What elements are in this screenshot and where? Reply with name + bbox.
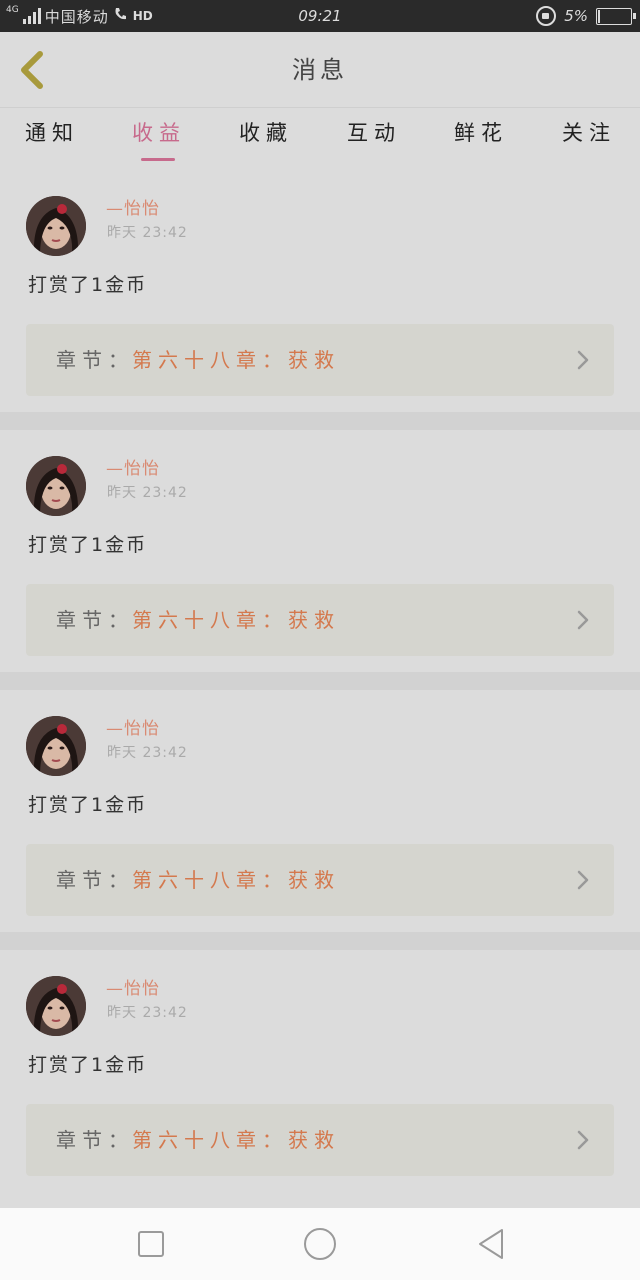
chapter-link[interactable]: 章节： 第六十八章：获救	[26, 1104, 614, 1176]
recent-apps-button[interactable]	[131, 1224, 171, 1264]
avatar[interactable]	[26, 456, 86, 516]
timestamp: 昨天 23:42	[107, 745, 188, 761]
header: 消息	[0, 32, 640, 108]
chevron-right-icon	[577, 1130, 589, 1150]
page-title: 消息	[292, 56, 348, 84]
chevron-right-icon	[577, 350, 589, 370]
tip-message: 打赏了1金币	[28, 794, 148, 816]
battery-percent: 5%	[564, 7, 588, 25]
avatar[interactable]	[26, 976, 86, 1036]
tab-bar: 通知 收益 收藏 互动 鲜花 关注	[0, 109, 640, 169]
message-item: —怡怡 昨天 23:42 打赏了1金币 章节： 第六十八章：获救	[0, 692, 640, 934]
system-nav-bar	[0, 1208, 640, 1280]
timestamp: 昨天 23:42	[107, 1005, 188, 1021]
chapter-label: 章节：	[56, 868, 134, 892]
timestamp: 昨天 23:42	[107, 225, 188, 241]
tip-message: 打赏了1金币	[28, 1054, 148, 1076]
tab-earnings-label: 收益	[132, 121, 186, 145]
chapter-label: 章节：	[56, 348, 134, 372]
timestamp: 昨天 23:42	[107, 485, 188, 501]
tip-message: 打赏了1金币	[28, 274, 148, 296]
square-icon	[138, 1231, 164, 1257]
chapter-link[interactable]: 章节： 第六十八章：获救	[26, 844, 614, 916]
chevron-right-icon	[577, 610, 589, 630]
message-item: —怡怡 昨天 23:42 打赏了1金币 章节： 第六十八章：获救	[0, 432, 640, 674]
chapter-name: 第六十八章：获救	[132, 608, 340, 632]
message-item: —怡怡 昨天 23:42 打赏了1金币 章节： 第六十八章：获救	[0, 172, 640, 414]
tab-interactions[interactable]: 互动	[334, 109, 414, 169]
user-name[interactable]: —怡怡	[106, 194, 160, 219]
circle-icon	[304, 1228, 336, 1260]
rotation-lock-icon	[536, 6, 557, 26]
user-name[interactable]: —怡怡	[106, 714, 160, 739]
status-right: 5%	[536, 0, 636, 32]
triangle-left-icon	[479, 1229, 503, 1259]
chapter-link[interactable]: 章节： 第六十八章：获救	[26, 584, 614, 656]
chapter-label: 章节：	[56, 608, 134, 632]
chapter-label: 章节：	[56, 1128, 134, 1152]
list-separator	[0, 932, 640, 950]
tab-flowers[interactable]: 鲜花	[441, 109, 521, 169]
home-button[interactable]	[300, 1224, 340, 1264]
message-item: —怡怡 昨天 23:42 打赏了1金币 章节： 第六十八章：获救	[0, 952, 640, 1194]
tab-following[interactable]: 关注	[549, 109, 629, 169]
chevron-right-icon	[577, 870, 589, 890]
battery-level	[598, 9, 600, 23]
chapter-name: 第六十八章：获救	[132, 1128, 340, 1152]
active-tab-indicator	[141, 158, 175, 161]
avatar[interactable]	[26, 716, 86, 776]
tab-earnings[interactable]: 收益	[119, 109, 199, 169]
battery-icon	[596, 7, 636, 25]
list-separator	[0, 672, 640, 690]
avatar[interactable]	[26, 196, 86, 256]
user-name[interactable]: —怡怡	[106, 974, 160, 999]
chapter-name: 第六十八章：获救	[132, 868, 340, 892]
tip-message: 打赏了1金币	[28, 534, 148, 556]
tab-notifications[interactable]: 通知	[12, 109, 92, 169]
chapter-link[interactable]: 章节： 第六十八章：获救	[26, 324, 614, 396]
user-name[interactable]: —怡怡	[106, 454, 160, 479]
chapter-name: 第六十八章：获救	[132, 348, 340, 372]
list-separator	[0, 412, 640, 430]
status-bar: 4G 中国移动 HD 09:21 5%	[0, 0, 640, 32]
back-nav-button[interactable]	[472, 1224, 512, 1264]
tab-favorites[interactable]: 收藏	[226, 109, 306, 169]
